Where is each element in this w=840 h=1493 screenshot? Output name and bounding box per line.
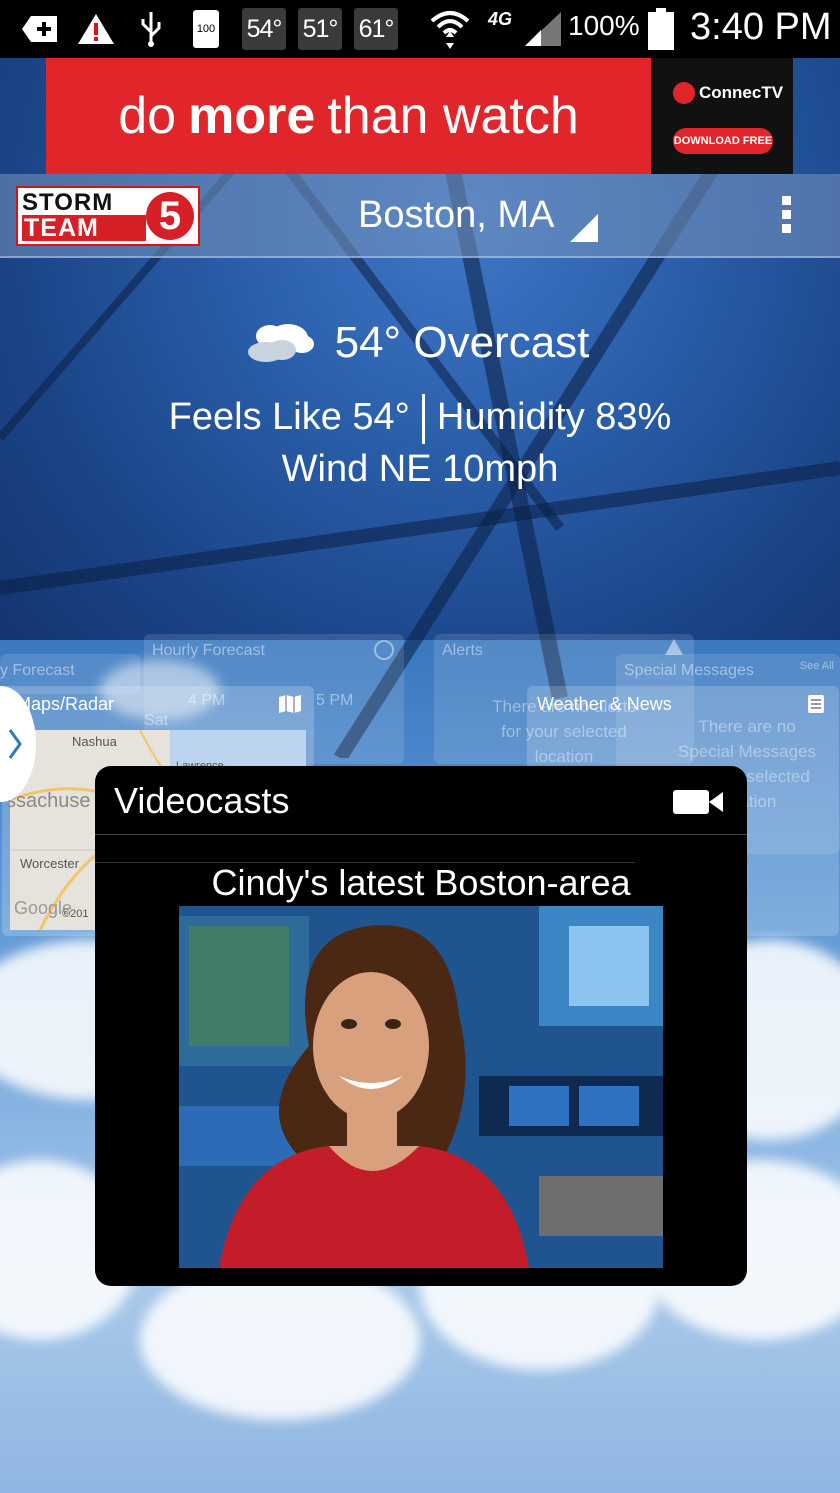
feels-like: Feels Like 54° [168,396,410,439]
add-notification-icon [20,9,60,49]
overflow-menu-icon[interactable] [782,196,792,238]
ad-brand: ConnecTV [673,82,783,104]
weather-news-title: Weather & News [537,694,672,714]
network-type-label: 4G [487,9,512,29]
clock: 3:40 PM [690,6,832,48]
videocast-caption: Cindy's latest Boston-area [211,862,631,903]
ad-headline: do more than watch [118,87,579,145]
news-document-icon [808,695,824,713]
wifi-icon [428,9,472,49]
location-selector[interactable]: Boston, MA [358,194,554,237]
temp-notification: 51° [298,8,342,50]
videocast-thumbnail[interactable] [179,906,663,1268]
ad-banner[interactable]: do more than watch ConnecTV DOWNLOAD FREE [46,58,793,174]
status-bar: 100 54° 51° 61° 4G 100% 3:40 PM [0,0,840,58]
maps-radar-title: Maps/Radar [16,694,115,714]
dropdown-triangle-icon[interactable] [570,214,598,242]
chevron-right-icon [8,729,22,759]
video-camera-icon [673,790,723,814]
meteorologist-photo [179,906,663,1268]
app-header: STORM TEAM 5 Boston, MA [0,174,840,258]
refresh-icon [374,640,394,660]
battery-icon [646,8,676,50]
usb-icon [136,9,166,49]
videocasts-title: Videocasts [114,780,290,821]
channel-number-badge: 5 [146,192,194,240]
signal-icon [520,9,564,49]
divider [95,834,747,835]
ad-download-button[interactable]: DOWNLOAD FREE [673,128,773,154]
battery-percent: 100% [568,10,640,41]
temp-notification: 61° [354,8,398,50]
ad-side-panel: ConnecTV DOWNLOAD FREE [651,58,793,174]
temp-notification: 54° [242,8,286,50]
warning-icon [76,9,116,49]
storm-team-logo[interactable]: STORM TEAM 5 [16,186,200,246]
wind: Wind NE 10mph [281,448,559,490]
map-icon [279,695,301,713]
feels-humidity-line: Feels Like 54° Humidity 83% [0,394,840,444]
videocasts-card[interactable]: Videocasts Cindy's latest Boston-area [95,766,747,1286]
battery-saver-icon: 100 [192,9,220,49]
current-conditions: 54° Overcast [334,318,590,367]
connectv-logo-icon [673,82,695,104]
humidity: Humidity 83% [436,396,672,439]
